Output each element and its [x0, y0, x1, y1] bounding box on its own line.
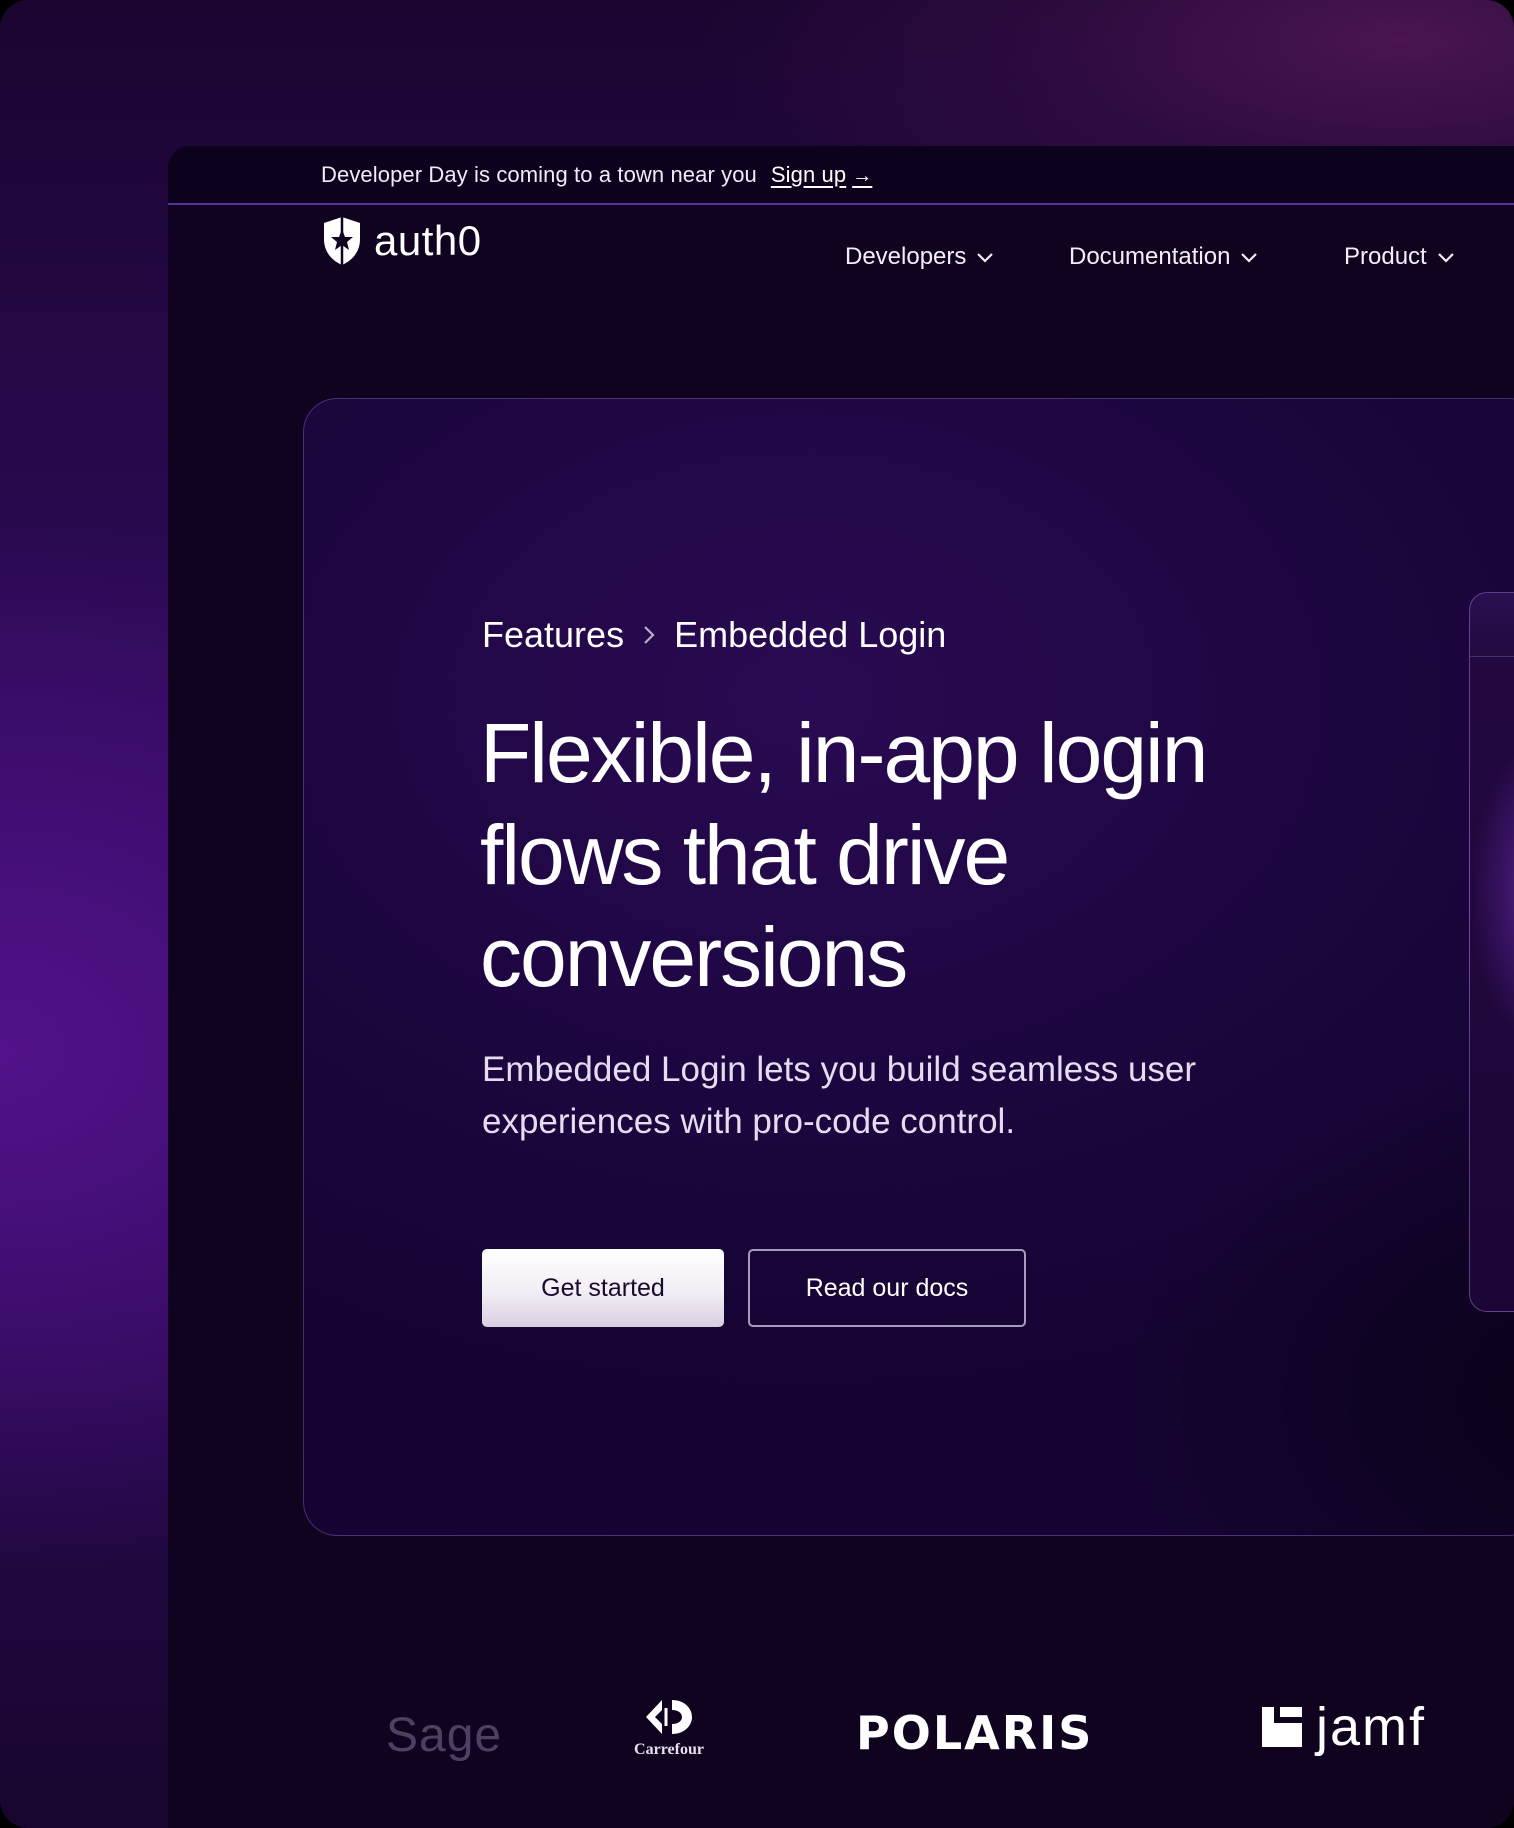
breadcrumb: Features Embedded Login [482, 614, 946, 656]
brand-wordmark: auth0 [374, 217, 482, 264]
hero-description: Embedded Login lets you build seamless u… [482, 1050, 1197, 1141]
nav-documentation-label: Documentation [1069, 243, 1231, 270]
browser-window: Developer Day is coming to a town near y… [168, 146, 1514, 1828]
jamf-icon [1262, 1707, 1302, 1747]
chevron-right-icon [644, 626, 655, 644]
jamf-wordmark: jamf [1316, 1697, 1427, 1757]
auth0-logo[interactable]: auth0 [320, 215, 482, 267]
chevron-down-icon [977, 253, 994, 263]
polaris-logo: POLARIS [856, 1706, 1094, 1760]
nav-product[interactable]: Product [1344, 243, 1455, 271]
carrefour-logo: Carrefour [624, 1696, 714, 1759]
preview-panel [1469, 592, 1514, 1312]
get-started-button[interactable]: Get started [482, 1249, 724, 1327]
customer-logos: Sage Carrefour POLARIS jamf [168, 1666, 1514, 1786]
headline-line-2: flows that drive [480, 808, 1010, 902]
announcement-banner: Developer Day is coming to a town near y… [168, 146, 1514, 205]
nav-documentation[interactable]: Documentation [1069, 243, 1258, 271]
carrefour-wordmark: Carrefour [634, 1741, 704, 1758]
banner-signup-link[interactable]: Sign up → [771, 162, 872, 188]
chevron-down-icon [1241, 253, 1258, 263]
auth0-shield-icon [324, 217, 360, 265]
breadcrumb-features[interactable]: Features [482, 614, 624, 656]
nav-developers-label: Developers [845, 243, 967, 270]
background-frame: Developer Day is coming to a town near y… [0, 0, 1514, 1828]
preview-panel-header [1470, 593, 1514, 657]
nav-developers[interactable]: Developers [845, 243, 994, 271]
banner-message: Developer Day is coming to a town near y… [321, 161, 757, 187]
arrow-right-icon: → [852, 164, 873, 187]
carrefour-icon [646, 1700, 692, 1734]
breadcrumb-embedded-login[interactable]: Embedded Login [674, 614, 946, 656]
top-navigation: auth0 Developers Documentation Product [168, 207, 1514, 307]
read-docs-button[interactable]: Read our docs [748, 1249, 1026, 1327]
headline-line-3: conversions [480, 910, 908, 1004]
sage-logo: Sage [386, 1709, 503, 1762]
headline-line-1: Flexible, in-app login [480, 706, 1208, 800]
signup-link-label: Sign up [770, 161, 847, 187]
chevron-down-icon [1437, 253, 1454, 263]
jamf-logo: jamf [1260, 1696, 1426, 1758]
page-title: Flexible, in-app login flows that drive … [480, 702, 1380, 1008]
nav-product-label: Product [1344, 243, 1427, 270]
